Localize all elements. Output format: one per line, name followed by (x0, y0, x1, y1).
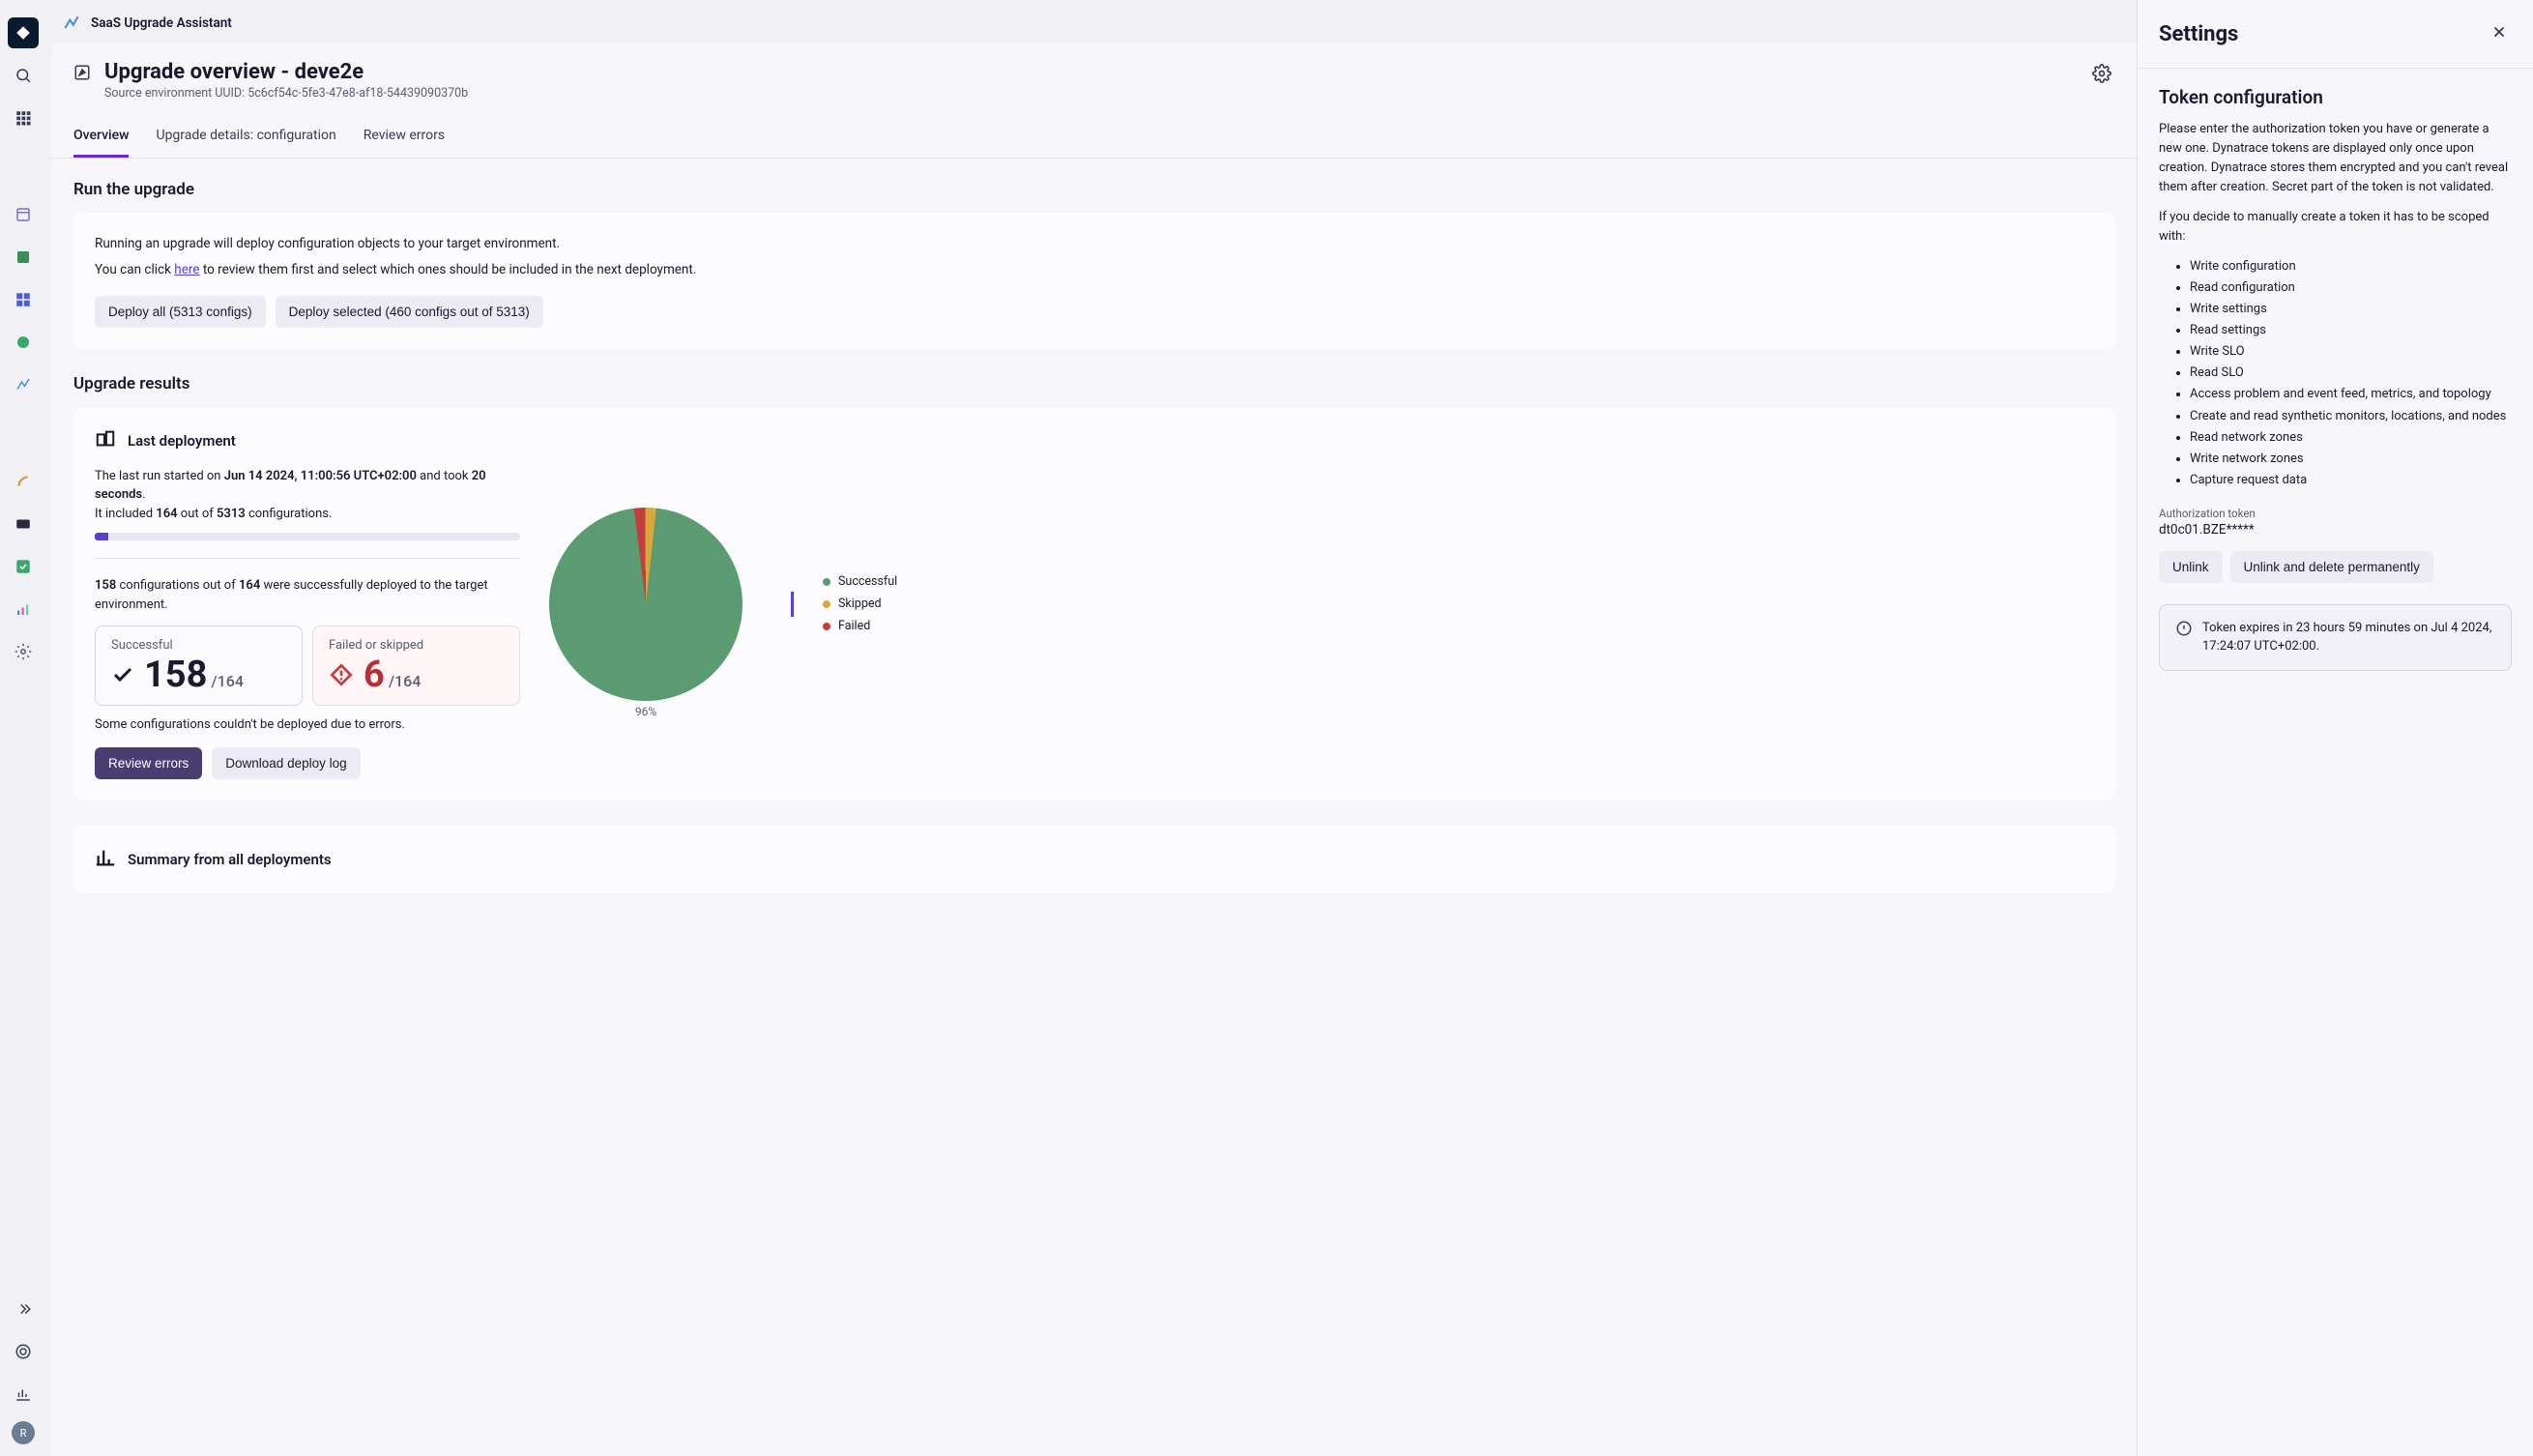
warning-icon (329, 662, 354, 687)
info-icon (2175, 619, 2193, 656)
pie-percent-label: 96% (635, 705, 656, 718)
failed-total: /164 (389, 672, 422, 690)
tab-overview[interactable]: Overview (73, 116, 129, 158)
failed-count: 6 (364, 656, 385, 693)
tab-review-errors[interactable]: Review errors (364, 116, 445, 158)
run-desc-2-suffix: to review them first and select which on… (199, 262, 696, 277)
legend-dot-icon (823, 578, 830, 586)
settings-title: Settings (2159, 22, 2238, 46)
rail-item-1-icon[interactable] (8, 199, 39, 230)
scope-item: Write SLO (2190, 341, 2512, 363)
token-label: Authorization token (2159, 507, 2512, 520)
run-desc-2: You can click here to review them first … (95, 260, 2094, 280)
token-config-title: Token configuration (2159, 86, 2512, 108)
scope-item: Write settings (2190, 299, 2512, 320)
legend-dot-icon (823, 623, 830, 630)
scope-item: Write network zones (2190, 449, 2512, 470)
app-header: SaaS Upgrade Assistant (46, 0, 2137, 43)
gear-icon[interactable] (2088, 60, 2115, 91)
rail-item-4-icon[interactable] (8, 327, 39, 358)
run-upgrade-title: Run the upgrade (73, 180, 2115, 199)
token-expiry-info: Token expires in 23 hours 59 minutes on … (2159, 604, 2512, 671)
progress-bar-fill (95, 533, 108, 540)
help-icon[interactable] (8, 1336, 39, 1367)
rail-item-6-icon[interactable] (8, 466, 39, 497)
page-title: Upgrade overview - deve2e (104, 60, 2075, 84)
app-logo-icon[interactable] (8, 17, 39, 48)
scope-item: Read SLO (2190, 363, 2512, 384)
unlink-delete-button[interactable]: Unlink and delete permanently (2230, 551, 2433, 583)
legend-failed: Failed (823, 619, 897, 633)
run-desc-1: Running an upgrade will deploy configura… (95, 234, 2094, 254)
bar-chart-icon (95, 847, 116, 872)
check-icon (111, 663, 134, 686)
compass-icon (73, 64, 91, 85)
review-link[interactable]: here (174, 262, 199, 277)
close-icon[interactable] (2487, 19, 2512, 48)
scope-item: Read configuration (2190, 277, 2512, 299)
pie-chart: 96% (549, 508, 742, 701)
cursor-indicator (791, 592, 794, 617)
rail-item-3-icon[interactable] (8, 284, 39, 315)
apps-grid-icon[interactable] (8, 102, 39, 133)
token-value: dt0c01.BZE***** (2159, 522, 2512, 538)
scope-item: Create and read synthetic monitors, loca… (2190, 406, 2512, 427)
last-run-text: The last run started on Jun 14 2024, 11:… (95, 467, 520, 505)
analytics-icon[interactable] (8, 1379, 39, 1410)
results-card: Last deployment The last run started on … (73, 407, 2115, 801)
info-text: Token expires in 23 hours 59 minutes on … (2202, 619, 2495, 656)
expand-rail-icon[interactable] (8, 1294, 39, 1325)
app-icon (62, 14, 81, 33)
included-text: It included 164 out of 5313 configuratio… (95, 505, 520, 524)
page-subtitle: Source environment UUID: 5c6cf54c-5fe3-4… (104, 86, 2075, 101)
rail-item-10-icon[interactable] (8, 636, 39, 667)
upgrade-results-title: Upgrade results (73, 374, 2115, 393)
scope-item: Access problem and event feed, metrics, … (2190, 384, 2512, 405)
run-desc-2-prefix: You can click (95, 262, 174, 277)
deployed-text: 158 configurations out of 164 were succe… (95, 576, 520, 614)
download-log-button[interactable]: Download deploy log (212, 747, 360, 779)
search-icon[interactable] (8, 60, 39, 91)
failed-card: Failed or skipped 6/164 (312, 626, 520, 706)
tabs: Overview Upgrade details: configuration … (52, 106, 2137, 159)
nav-rail: R (0, 0, 46, 1456)
review-errors-button[interactable]: Review errors (95, 747, 202, 779)
run-upgrade-card: Running an upgrade will deploy configura… (73, 213, 2115, 349)
unlink-button[interactable]: Unlink (2159, 551, 2223, 583)
app-title: SaaS Upgrade Assistant (91, 15, 232, 31)
settings-panel: Settings Token configuration Please ente… (2137, 0, 2533, 1456)
legend-dot-icon (823, 600, 830, 608)
deploy-all-button[interactable]: Deploy all (5313 configs) (95, 296, 266, 328)
deploy-selected-button[interactable]: Deploy selected (460 configs out of 5313… (276, 296, 543, 328)
successful-label: Successful (111, 638, 286, 653)
rail-item-8-icon[interactable] (8, 551, 39, 582)
scope-item: Capture request data (2190, 470, 2512, 491)
successful-total: /164 (211, 672, 244, 690)
rail-item-7-icon[interactable] (8, 509, 39, 539)
successful-card: Successful 158/164 (95, 626, 303, 706)
scopes-list: Write configuration Read configuration W… (2190, 256, 2512, 491)
rail-item-2-icon[interactable] (8, 242, 39, 273)
summary-title: Summary from all deployments (128, 851, 332, 868)
scope-item: Read settings (2190, 320, 2512, 341)
legend-skipped: Skipped (823, 597, 897, 611)
chart-legend: Successful Skipped Failed (823, 574, 897, 633)
summary-card: Summary from all deployments (73, 826, 2115, 893)
error-note: Some configurations couldn't be deployed… (95, 717, 520, 732)
token-desc-1: Please enter the authorization token you… (2159, 120, 2512, 198)
token-desc-2: If you decide to manually create a token… (2159, 208, 2512, 247)
deployment-icon (95, 428, 116, 453)
last-deployment-title: Last deployment (128, 432, 236, 450)
legend-successful: Successful (823, 574, 897, 589)
scope-item: Write configuration (2190, 256, 2512, 277)
rail-item-5-icon[interactable] (8, 369, 39, 400)
successful-count: 158 (144, 656, 207, 693)
scope-item: Read network zones (2190, 427, 2512, 449)
tab-upgrade-details[interactable]: Upgrade details: configuration (156, 116, 335, 158)
progress-bar (95, 533, 520, 540)
failed-label: Failed or skipped (329, 638, 504, 653)
rail-item-9-icon[interactable] (8, 594, 39, 625)
user-avatar[interactable]: R (12, 1421, 35, 1444)
